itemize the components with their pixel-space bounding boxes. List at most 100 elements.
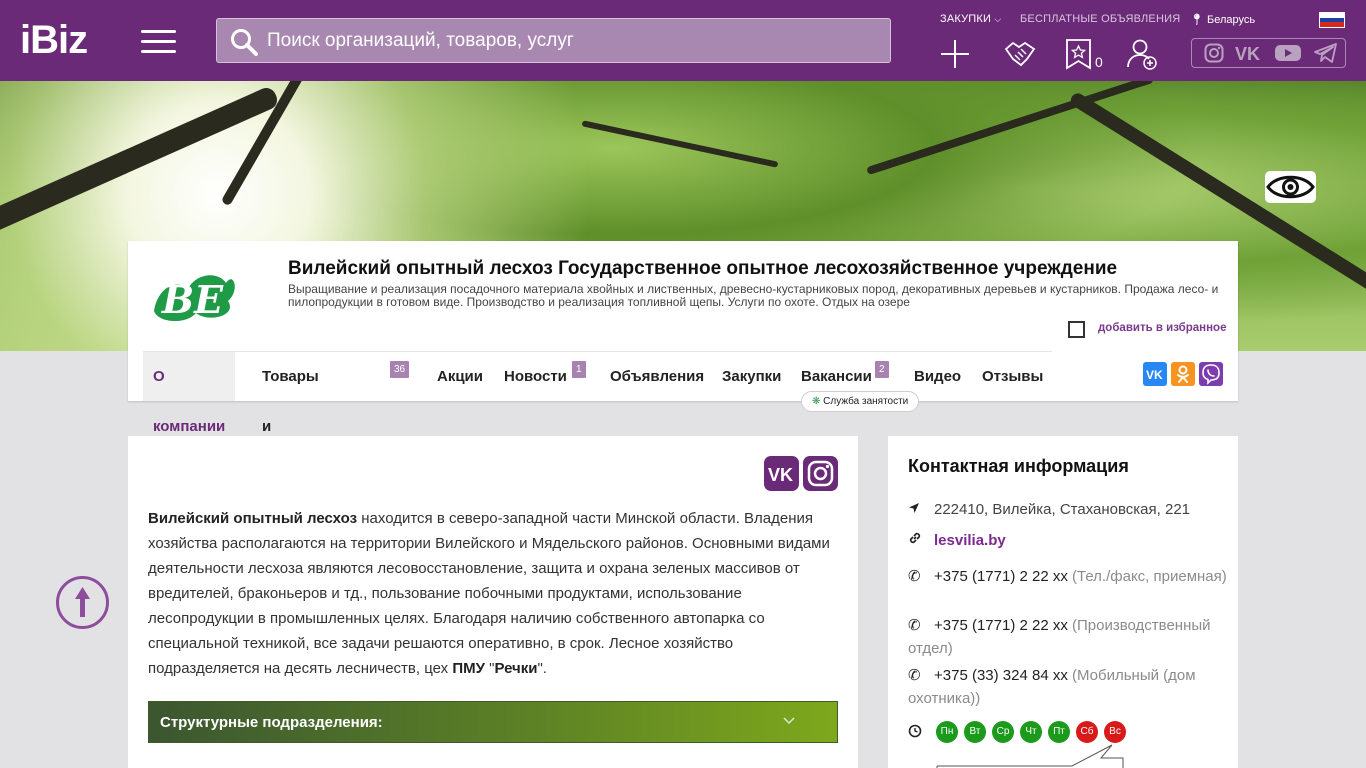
region-selector[interactable]: 📍︎ Беларусь [1190,13,1255,26]
phone-row: ✆ +375 (33) 324 84 xx (Мобильный (дом охо… [908,664,1228,710]
handshake-icon[interactable] [1003,37,1037,71]
accordion-label: Структурные подразделения: [160,714,383,731]
company-name-bold: Вилейский опытный лесхоз [148,510,358,527]
address-row: 222410, Вилейка, Стахановская, 221 [908,498,1228,521]
phone-number[interactable]: +375 (33) 324 84 xx [934,667,1068,684]
svg-text:ВЕ: ВЕ [161,277,224,322]
tab-label: Отзывы [982,368,1044,385]
phone-number[interactable]: +375 (1771) 2 22 xx [934,617,1068,634]
phone-icon: ✆ [908,568,921,585]
add-to-favorites-label[interactable]: добавить в избранное [1098,322,1226,334]
favorites-star-icon[interactable] [1062,37,1096,71]
schedule-tooltip [936,744,1124,768]
company-logo: ВЕ [154,275,235,322]
procurement-label: ЗАКУПКИ [940,13,992,25]
structural-units-accordion[interactable]: Структурные подразделения: [148,701,838,743]
sparkle-icon: ❋ [812,396,821,407]
plus-icon[interactable] [938,37,972,71]
youtube-icon[interactable] [1274,43,1302,63]
address-text: 222410, Вилейка, Стахановская, 221 [934,501,1191,518]
contact-panel: Контактная информация 222410, Вилейка, С… [888,436,1238,768]
company-card: ВЕ Вилейский опытный лесхоз Государствен… [128,241,1238,485]
search-input[interactable] [267,19,877,62]
svg-text:VK: VK [768,465,793,485]
instagram-icon[interactable] [1204,43,1224,63]
odnoklassniki-share-icon[interactable] [1171,362,1195,386]
day-monday[interactable]: Пн [936,721,958,743]
about-body: находится в северо-западной части Минско… [148,510,830,677]
products-count-badge: 36 [390,361,410,378]
day-tuesday[interactable]: Вт [964,721,986,743]
tree-branch [0,84,281,240]
viber-share-icon[interactable] [1199,362,1223,386]
tab-news[interactable]: Новости [494,352,577,401]
svg-text:VK: VK [1235,44,1260,63]
about-section: VK Вилейский опытный лесхоз находится в … [128,436,858,768]
tab-label: Акции [437,368,484,385]
phone-row: ✆ +375 (1771) 2 22 xx (Производственный о… [908,614,1228,660]
social-links: VK [1191,38,1346,68]
company-title: Вилейский опытный лесхоз Государственное… [288,258,1118,279]
tab-label: Вакансии [801,368,872,385]
favorites-count: 0 [1095,54,1103,70]
visually-impaired-eye-icon[interactable] [1265,171,1316,203]
tab-about[interactable]: О компании [143,352,236,435]
search-icon[interactable] [229,27,259,57]
arrow-up-icon [75,587,90,617]
quote-close: ". [537,660,547,677]
day-thursday[interactable]: Чт [1020,721,1042,743]
menu-icon[interactable] [141,30,176,54]
news-count-badge: 1 [572,361,586,378]
tab-products[interactable]: Товары и услуги [252,352,329,485]
tab-reviews[interactable]: Отзывы [972,352,1053,401]
day-friday[interactable]: Пт [1048,721,1070,743]
chevron-down-icon: ⌵ [994,14,1002,24]
day-wednesday[interactable]: Ср [992,721,1014,743]
phone-row: ✆ +375 (1771) 2 22 xx (Тел./факс, приемна… [908,565,1228,588]
ibiz-logo[interactable]: iBiz [20,20,88,60]
procurement-link[interactable]: ЗАКУПКИ ⌵ [940,13,1001,25]
website-link[interactable]: lesvilia.by [934,532,1006,549]
location-pin-icon: 📍︎ [1190,14,1204,26]
tab-procurement[interactable]: Закупки [712,352,791,401]
day-sunday[interactable]: Вс [1104,721,1126,743]
rechki-bold: Речки [494,660,538,677]
vk-share-icon[interactable]: VK [1143,362,1167,386]
vacancies-count-badge: 2 [875,361,889,378]
link-icon [908,529,934,552]
location-arrow-icon [908,498,934,521]
employment-service-badge[interactable]: ❋ Служба занятости [801,391,920,412]
tab-label: Объявления [610,368,705,385]
about-text: Вилейский опытный лесхоз находится в сев… [148,506,838,681]
phone-icon: ✆ [908,667,921,684]
add-to-favorites-checkbox[interactable] [1068,321,1085,338]
phone-note: (Тел./факс, приемная) [1072,568,1227,585]
russian-flag-icon[interactable] [1319,12,1345,28]
quote-open: " [484,660,495,677]
add-user-icon[interactable] [1125,37,1159,71]
top-header: iBiz ЗАКУПКИ ⌵ БЕСПЛАТНЫЕ ОБЪЯВЛЕНИЯ 📍︎ … [0,0,1366,81]
instagram-profile-icon[interactable] [803,456,838,491]
tab-label: О компании [153,368,226,435]
chevron-down-icon [783,717,795,725]
clock-icon [908,724,922,738]
pmu-bold: ПМУ [452,660,485,677]
phone-number[interactable]: +375 (1771) 2 22 xx [934,568,1068,585]
tab-label: Закупки [722,368,782,385]
telegram-icon[interactable] [1314,43,1338,63]
tab-promotions[interactable]: Акции [427,352,493,401]
tab-ads[interactable]: Объявления [600,352,714,401]
svg-text:VK: VK [1146,368,1163,382]
search-bar [216,18,891,63]
employment-service-label: Служба занятости [823,396,909,407]
phone-icon: ✆ [908,617,921,634]
vk-profile-icon[interactable]: VK [764,456,799,491]
free-ads-link[interactable]: БЕСПЛАТНЫЕ ОБЪЯВЛЕНИЯ [1020,13,1180,25]
region-label: Беларусь [1207,14,1256,26]
contact-title: Контактная информация [908,456,1129,476]
scroll-to-top-button[interactable] [56,576,109,629]
vk-icon[interactable]: VK [1234,43,1264,63]
day-saturday[interactable]: Сб [1076,721,1098,743]
tree-branch [581,120,779,168]
tab-label: Видео [914,368,962,385]
